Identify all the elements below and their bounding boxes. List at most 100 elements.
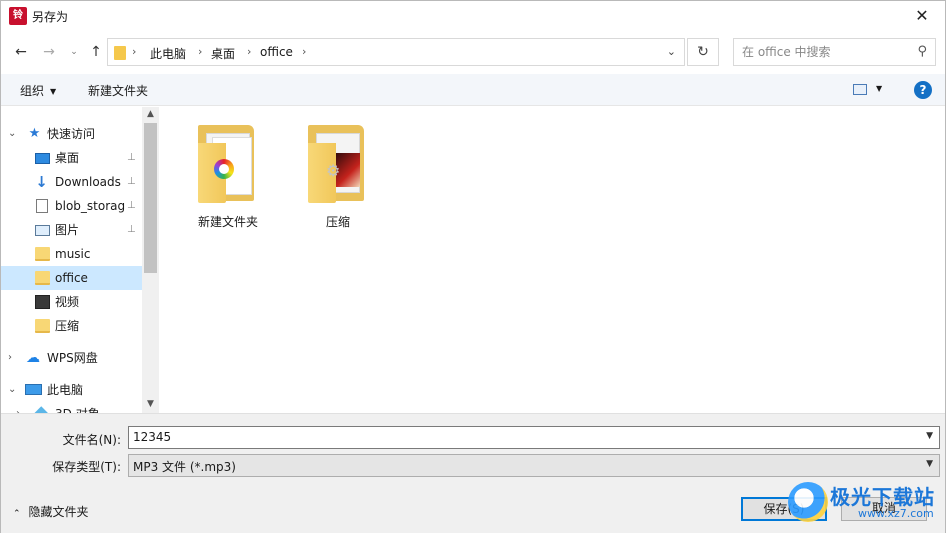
breadcrumb-separator-icon[interactable]: › [198, 45, 202, 58]
address-bar[interactable]: › 此电脑 › 桌面 › office › ⌄ [107, 38, 685, 66]
close-button[interactable]: ✕ [899, 1, 945, 31]
sidebar-item-downloads[interactable]: ↓ Downloads ⊥ [1, 170, 142, 194]
title-bar: 铃 另存为 ✕ [1, 1, 945, 31]
organize-label: 组织 [20, 84, 45, 98]
back-arrow-icon[interactable]: ← [10, 42, 32, 62]
download-icon: ↓ [35, 173, 48, 191]
filename-input[interactable]: 12345 [133, 430, 171, 444]
filename-label: 文件名(N): [62, 433, 121, 447]
hide-folders-toggle[interactable]: ⌃ 隐藏文件夹 [13, 503, 89, 520]
sidebar-item-music[interactable]: music [1, 242, 142, 266]
folder-tile-compressed[interactable]: ⚙ 压缩 [288, 121, 388, 231]
breadcrumb-separator-icon[interactable]: › [247, 45, 251, 58]
expand-chevron-icon[interactable]: ⌄ [8, 378, 16, 402]
folder-icon [35, 247, 50, 261]
view-mode-caret-icon[interactable]: ▼ [876, 84, 882, 93]
sidebar-item-this-pc[interactable]: ⌄ 此电脑 [1, 378, 142, 402]
filename-combobox[interactable]: 12345 ▼ [128, 426, 940, 449]
filetype-value: MP3 文件 (*.mp3) [133, 460, 236, 474]
folder-icon [35, 271, 50, 285]
filetype-label: 保存类型(T): [52, 460, 121, 474]
refresh-button[interactable]: ↻ [687, 38, 719, 66]
command-toolbar: 组织 ▼ 新建文件夹 ▼ ? [1, 74, 945, 106]
folder-tile-new-folder[interactable]: 新建文件夹 [178, 121, 278, 231]
folder-name: 压缩 [325, 215, 350, 229]
sidebar-item-pictures[interactable]: 图片 ⊥ [1, 218, 142, 242]
file-list-view: 新建文件夹 ⚙ 压缩 [160, 107, 945, 413]
chevron-down-icon[interactable]: ▼ [926, 431, 933, 441]
scroll-down-arrow-icon[interactable]: ▼ [142, 399, 159, 409]
sidebar-item-label: blob_storag [55, 199, 126, 213]
sidebar-item-label: Downloads [55, 175, 121, 189]
document-icon [36, 199, 48, 213]
navigation-bar: ← → ⌄ ↑ › 此电脑 › 桌面 › office › ⌄ ↻ ⚲ [1, 33, 945, 71]
sidebar-item-label: WPS网盘 [47, 351, 98, 365]
colorful-ring-icon [214, 159, 234, 179]
search-box[interactable]: ⚲ [733, 38, 936, 66]
pin-icon: ⊥ [127, 200, 136, 211]
folder-icon [198, 125, 260, 203]
sidebar-item-quick-access[interactable]: ⌄ ★ 快速访问 [1, 122, 142, 146]
sidebar-item-3d-objects[interactable]: › 3D 对象 [1, 402, 142, 413]
star-icon: ★ [28, 126, 41, 141]
desktop-icon [35, 153, 50, 164]
sidebar-item-label: 视频 [55, 295, 80, 309]
caret-up-icon: ⌃ [13, 509, 21, 519]
recent-locations-chevron-icon[interactable]: ⌄ [63, 42, 85, 62]
scrollbar-thumb[interactable] [144, 123, 157, 273]
chevron-down-icon[interactable]: ▼ [926, 459, 933, 469]
new-folder-button[interactable]: 新建文件夹 [88, 82, 148, 99]
pictures-icon [35, 225, 50, 236]
folder-icon [35, 319, 50, 333]
up-arrow-icon[interactable]: ↑ [85, 42, 107, 62]
breadcrumb-this-pc[interactable]: 此电脑 [150, 45, 186, 62]
gear-icon: ⚙ [326, 161, 341, 180]
sidebar-item-label: 图片 [55, 223, 80, 237]
3d-objects-icon [33, 406, 50, 413]
breadcrumb-desktop[interactable]: 桌面 [211, 45, 235, 62]
video-icon [35, 295, 50, 309]
scroll-up-arrow-icon[interactable]: ▲ [142, 109, 159, 119]
pin-icon: ⊥ [127, 152, 136, 163]
save-as-dialog: 铃 另存为 ✕ ← → ⌄ ↑ › 此电脑 › 桌面 › office › ⌄ … [0, 0, 946, 533]
sidebar-item-blob-storage[interactable]: blob_storag ⊥ [1, 194, 142, 218]
organize-menu-button[interactable]: 组织 ▼ [20, 82, 56, 99]
sidebar-item-compressed[interactable]: 压缩 [1, 314, 142, 338]
sidebar-item-label: 快速访问 [47, 127, 96, 141]
pin-icon: ⊥ [127, 176, 136, 187]
search-icon[interactable]: ⚲ [917, 44, 927, 59]
breadcrumb-separator-icon[interactable]: › [302, 45, 306, 58]
cloud-icon: ☁ [26, 350, 40, 366]
sidebar-item-label: music [55, 247, 91, 261]
folder-icon [114, 46, 126, 60]
breadcrumb-office[interactable]: office [260, 45, 293, 59]
sidebar-item-label: 3D 对象 [55, 402, 100, 413]
caret-down-icon: ▼ [50, 87, 57, 96]
address-dropdown-icon[interactable]: ⌄ [667, 45, 676, 58]
breadcrumb-separator-icon[interactable]: › [132, 45, 136, 58]
sidebar-item-label: 此电脑 [47, 383, 84, 397]
sidebar-item-label: 桌面 [55, 151, 80, 165]
expand-chevron-icon[interactable]: › [16, 402, 20, 413]
sidebar-scrollbar[interactable]: ▲ ▼ [142, 107, 159, 413]
expand-chevron-icon[interactable]: › [8, 346, 12, 370]
hide-folders-label: 隐藏文件夹 [28, 505, 89, 519]
sidebar-item-desktop[interactable]: 桌面 ⊥ [1, 146, 142, 170]
navigation-pane: ⌄ ★ 快速访问 桌面 ⊥ ↓ Downloads ⊥ blob_storag … [1, 107, 159, 413]
computer-icon [25, 384, 42, 395]
app-icon: 铃 [9, 7, 27, 25]
sidebar-item-videos[interactable]: 视频 [1, 290, 142, 314]
cancel-button[interactable]: 取消 [841, 497, 927, 521]
folder-icon: ⚙ [308, 125, 370, 203]
help-icon[interactable]: ? [914, 81, 932, 99]
sidebar-item-wps-cloud[interactable]: › ☁ WPS网盘 [1, 346, 142, 370]
forward-arrow-icon[interactable]: → [38, 42, 60, 62]
view-mode-icon[interactable] [853, 84, 867, 95]
pin-icon: ⊥ [127, 224, 136, 235]
search-input[interactable] [734, 39, 906, 65]
save-form: 文件名(N): 12345 ▼ 保存类型(T): MP3 文件 (*.mp3) … [1, 413, 945, 533]
expand-chevron-icon[interactable]: ⌄ [8, 122, 16, 146]
sidebar-item-office[interactable]: office [1, 266, 142, 290]
save-button[interactable]: 保存(S) [741, 497, 827, 521]
filetype-select[interactable]: MP3 文件 (*.mp3) ▼ [128, 454, 940, 477]
